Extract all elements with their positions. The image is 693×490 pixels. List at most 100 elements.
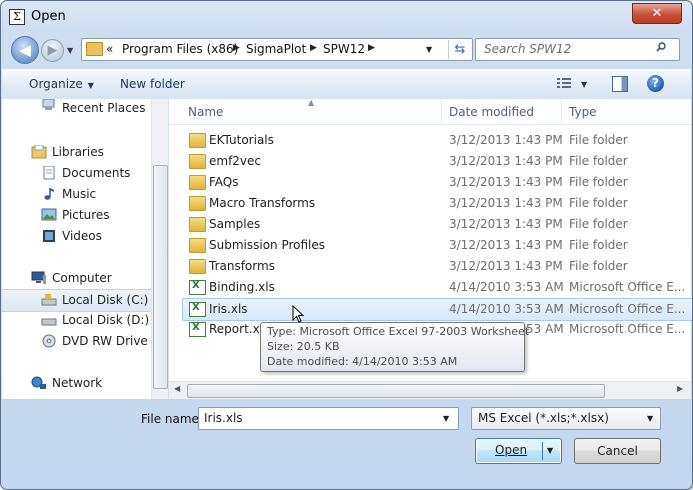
file-type-filter-select[interactable]: MS Excel (*.xls;*.xlsx) ▼ <box>471 407 661 430</box>
file-type-filter-value: MS Excel (*.xls;*.xlsx) <box>478 411 609 425</box>
title-bar: Σ Open ✕ <box>1 1 692 31</box>
tooltip-type: Type: Microsoft Office Excel 97-2003 Wor… <box>267 325 530 338</box>
sidebar-item-pictures[interactable]: Pictures <box>2 205 154 226</box>
file-name: Samples <box>209 217 261 231</box>
file-row[interactable]: emf2vec 3/12/2013 1:43 PM File folder <box>183 151 691 172</box>
navigation-pane-scrollbar[interactable] <box>151 99 168 399</box>
sidebar-item-label: Pictures <box>62 208 110 222</box>
file-row[interactable]: Samples 3/12/2013 1:43 PM File folder <box>183 214 691 235</box>
search-input[interactable]: Search SPW12 <box>475 38 680 61</box>
file-date-modified: 3/12/2013 1:43 PM <box>449 217 563 231</box>
file-row[interactable]: Submission Profiles 3/12/2013 1:43 PM Fi… <box>183 235 691 256</box>
file-row[interactable]: FAQs 3/12/2013 1:43 PM File folder <box>183 172 691 193</box>
file-name-input[interactable]: Iris.xls ▼ <box>198 407 459 430</box>
address-dropdown-icon[interactable]: ▼ <box>426 45 432 54</box>
file-name-label: File name: <box>141 412 203 426</box>
forward-button[interactable]: ▶ <box>41 39 64 62</box>
file-row[interactable]: Transforms 3/12/2013 1:43 PM File folder <box>183 256 691 277</box>
file-date-modified: 3/12/2013 1:43 PM <box>449 175 563 189</box>
column-divider[interactable] <box>441 99 442 124</box>
drive-icon <box>41 318 57 326</box>
close-button[interactable]: ✕ <box>632 3 682 24</box>
back-button[interactable]: ◀ <box>11 36 39 64</box>
search-placeholder: Search SPW12 <box>484 42 572 56</box>
open-button-label: Open <box>495 443 528 457</box>
chevron-down-icon[interactable]: ▼ <box>443 414 449 423</box>
excel-file-icon <box>189 302 206 317</box>
window-title: Open <box>31 9 66 24</box>
file-name: emf2vec <box>209 154 262 168</box>
column-header: ▲ Name Date modified Type <box>169 98 691 125</box>
file-date-modified: 4/14/2010 3:53 AM <box>449 302 564 316</box>
open-dialog: Σ Open ✕ ◀ ▶ ▼ « Program Files (x86) ▶ S… <box>0 0 693 490</box>
breadcrumb-chevron-icon[interactable]: ▶ <box>233 43 240 53</box>
file-type: Microsoft Office E... <box>569 302 686 316</box>
file-name: Submission Profiles <box>209 238 326 252</box>
open-options-chevron-icon[interactable]: ▼ <box>547 446 553 455</box>
cancel-button[interactable]: Cancel <box>574 438 661 464</box>
breadcrumb-chevron-icon[interactable]: ▶ <box>368 43 375 53</box>
command-toolbar: Organize ▼ New folder ▼ ? <box>2 69 691 100</box>
open-button[interactable]: Open ▼ <box>475 438 562 464</box>
column-header-date-modified[interactable]: Date modified <box>449 105 534 119</box>
mouse-cursor-icon <box>292 305 304 323</box>
change-view-icon[interactable] <box>557 77 571 89</box>
scrollbar-thumb[interactable] <box>187 384 605 398</box>
new-folder-button[interactable]: New folder <box>120 77 185 91</box>
sidebar-item-dvd-rw-drive[interactable]: DVD RW Drive (H <box>2 331 165 352</box>
scrollbar-thumb[interactable] <box>153 165 168 389</box>
file-row-selected[interactable]: Iris.xls 4/14/2010 3:53 AM Microsoft Off… <box>182 298 692 321</box>
sidebar-item-local-disk-d[interactable]: Local Disk (D:) <box>2 310 154 331</box>
file-date-modified: 3/12/2013 1:43 PM <box>449 154 563 168</box>
excel-file-icon <box>189 322 206 337</box>
help-icon[interactable]: ? <box>647 75 664 92</box>
column-header-type[interactable]: Type <box>569 105 597 119</box>
music-icon <box>44 188 54 200</box>
sidebar-item-local-disk-c[interactable]: Local Disk (C:) <box>2 289 154 312</box>
chevron-down-icon[interactable]: ▼ <box>647 414 653 423</box>
file-row[interactable]: EKTutorials 3/12/2013 1:43 PM File folde… <box>183 130 691 151</box>
breadcrumb-chevron-icon[interactable]: ▶ <box>310 43 317 53</box>
file-type: File folder <box>569 259 628 273</box>
view-options-chevron-icon[interactable]: ▼ <box>581 80 587 89</box>
dvd-icon <box>42 334 56 348</box>
file-date-modified: 3/12/2013 1:43 PM <box>449 259 563 273</box>
column-divider[interactable] <box>561 99 562 124</box>
sidebar-item-documents[interactable]: Documents <box>2 163 154 184</box>
file-list-horizontal-scrollbar[interactable]: ◀ ▶ <box>169 381 691 399</box>
recent-pages-dropdown-icon[interactable]: ▼ <box>67 46 73 55</box>
sidebar-item-network[interactable]: Network <box>2 373 154 394</box>
file-row[interactable]: Macro Transforms 3/12/2013 1:43 PM File … <box>183 193 691 214</box>
file-name: Iris.xls <box>209 302 248 316</box>
file-type: File folder <box>569 238 628 252</box>
file-date-modified: 4/14/2010 3:53 AM <box>449 280 564 294</box>
breadcrumb-overflow[interactable]: « <box>106 42 113 56</box>
libraries-icon <box>31 145 47 159</box>
refresh-icon[interactable]: ⇆ <box>448 40 471 59</box>
search-icon[interactable] <box>656 42 666 52</box>
file-type: File folder <box>569 196 628 210</box>
file-type: File folder <box>569 217 628 231</box>
preview-pane-icon[interactable] <box>612 76 628 92</box>
sidebar-item-videos[interactable]: Videos <box>2 226 154 247</box>
organize-menu[interactable]: Organize ▼ <box>29 77 94 91</box>
breadcrumb-program-files[interactable]: Program Files (x86) <box>122 42 238 56</box>
scroll-left-icon[interactable]: ◀ <box>174 384 180 393</box>
sidebar-item-music[interactable]: Music <box>2 184 154 205</box>
breadcrumb-sigmaplot[interactable]: SigmaPlot <box>246 42 306 56</box>
folder-icon <box>86 42 103 56</box>
sidebar-item-libraries[interactable]: Libraries <box>2 142 154 163</box>
sidebar-item-computer[interactable]: Computer <box>2 268 154 289</box>
sidebar-item-recent-places[interactable]: Recent Places <box>2 99 154 120</box>
breadcrumb-spw12[interactable]: SPW12 <box>323 42 365 56</box>
address-bar[interactable]: « Program Files (x86) ▶ SigmaPlot ▶ SPW1… <box>81 38 473 61</box>
computer-icon <box>31 271 46 284</box>
recent-places-icon <box>42 99 55 110</box>
column-header-name[interactable]: Name <box>188 105 223 119</box>
file-row[interactable]: Binding.xls 4/14/2010 3:53 AM Microsoft … <box>183 277 691 298</box>
file-name: FAQs <box>209 175 239 189</box>
pictures-icon <box>41 208 57 221</box>
scroll-right-icon[interactable]: ▶ <box>677 384 683 393</box>
folder-icon <box>189 238 206 253</box>
file-name-value: Iris.xls <box>204 411 243 425</box>
